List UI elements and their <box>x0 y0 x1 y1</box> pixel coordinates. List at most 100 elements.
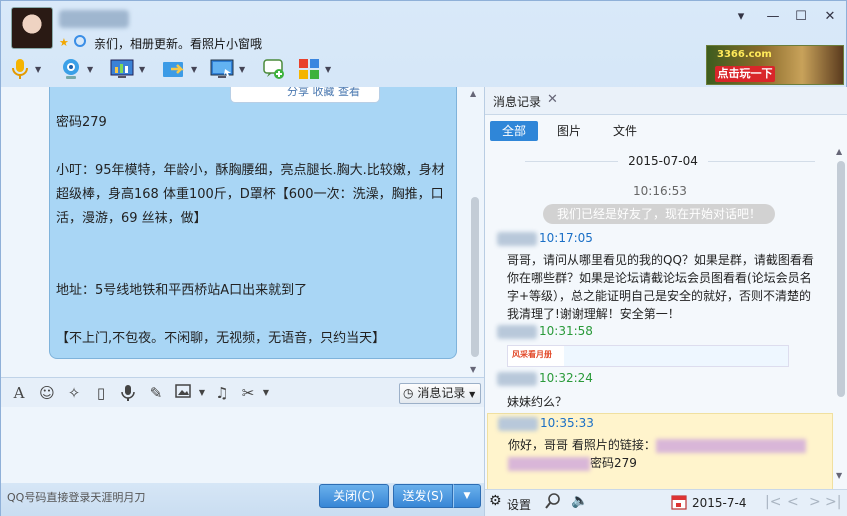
contact-signature: 亲们，相册更新。看照片小窗哦 <box>94 37 263 51</box>
link-blurred <box>655 438 806 453</box>
message-text: 密码279 小叮：95年模特，年龄小，酥胸腰细，亮点腿长.胸大.比较嫩，身材超级… <box>56 115 445 346</box>
footer-ad-link[interactable]: QQ号码直接登录天涯明月刀 <box>7 489 145 505</box>
close-button[interactable]: 关闭(C) <box>319 484 389 508</box>
screen-share-button[interactable]: ▼ <box>109 55 145 83</box>
chevron-down-icon: ▼ <box>139 64 146 74</box>
bottom-bar: QQ号码直接登录天涯明月刀 关闭(C) 送发(S) ▼ <box>1 483 484 516</box>
music-icon[interactable]: ♫ <box>213 384 231 402</box>
next-page-icon[interactable]: > <box>809 494 821 510</box>
close-icon[interactable]: ✕ <box>547 92 558 107</box>
remote-desktop-icon <box>210 59 234 78</box>
system-time: 10:16:53 <box>633 184 687 198</box>
history-scroll-thumb[interactable] <box>837 161 845 397</box>
sender-name-blurred <box>498 416 538 431</box>
filter-files[interactable]: 文件 <box>607 121 643 141</box>
maximize-button[interactable]: ☐ <box>792 9 810 25</box>
input-toolbar: A ☺ ✧ ▯ ✎ ▼ ♫ ✂ ▼ ◷ 消息记录 ▼ <box>1 377 484 407</box>
message-time: 10:17:05 <box>539 231 593 245</box>
skin-menu-button[interactable]: ▾ <box>732 9 750 25</box>
tab-message-history[interactable]: 消息记录 <box>493 93 541 110</box>
message-text-prefix: 你好，哥哥 看照片的链接： <box>508 438 656 452</box>
chat-scroll-thumb[interactable] <box>471 197 479 357</box>
last-page-icon[interactable]: >| <box>825 494 841 510</box>
message-time: 10:31:58 <box>539 324 593 338</box>
minimize-button[interactable]: — <box>764 9 782 25</box>
top-toolbar: ▼ ▼ ▼ ▼ ▼ ▼ <box>1 55 701 83</box>
qq-status-icon <box>74 35 86 47</box>
add-app-icon <box>263 59 284 79</box>
image-logo: 风采看月册 <box>512 350 552 359</box>
filter-images[interactable]: 图片 <box>551 121 587 141</box>
scroll-down-icon[interactable]: ▼ <box>836 471 842 480</box>
search-icon[interactable] <box>545 492 561 513</box>
close-window-button[interactable]: ✕ <box>821 9 839 25</box>
clock-icon: ◷ <box>403 386 414 400</box>
scroll-down-icon[interactable]: ▼ <box>470 365 476 374</box>
send-button[interactable]: 送发(S) <box>393 484 453 508</box>
contact-avatar[interactable] <box>11 7 53 49</box>
image-message[interactable]: 风采看月册 <box>507 345 789 367</box>
contact-name-blurred <box>59 10 129 28</box>
chat-scrollbar[interactable]: ▲ ▼ <box>468 87 482 377</box>
screen-share-icon <box>110 59 134 78</box>
add-app-button[interactable] <box>261 55 287 83</box>
message-bubble: 分享 收藏 查看 密码279 小叮：95年模特，年龄小，酥胸腰细，亮点腿长.胸大… <box>49 87 457 359</box>
file-transfer-button[interactable]: ▼ <box>161 55 197 83</box>
filter-all[interactable]: 全部 <box>490 121 538 141</box>
voice-call-button[interactable]: ▼ <box>9 55 41 83</box>
sender-name-blurred <box>497 324 537 339</box>
send-options-button[interactable]: ▼ <box>453 484 481 508</box>
highlighted-message: 10:35:33 你好，哥哥 看照片的链接： 密码279 <box>487 413 833 491</box>
image-icon[interactable] <box>174 384 192 402</box>
chat-header: ★ 亲们，相册更新。看照片小窗哦 ▾ — ☐ ✕ ▼ ▼ ▼ ▼ ▼ ▼ 336… <box>1 1 847 87</box>
chevron-down-icon: ▼ <box>87 64 94 74</box>
message-header: 10:17:05 <box>497 231 593 246</box>
chevron-down-icon: ▼ <box>191 64 198 74</box>
shake-icon[interactable]: ▯ <box>92 384 110 402</box>
file-transfer-icon <box>163 62 185 77</box>
message-body: 你好，哥哥 看照片的链接： 密码279 <box>508 436 828 472</box>
message-body: 妹妹约么？ <box>507 395 568 409</box>
font-icon[interactable]: A <box>10 384 28 402</box>
message-time: 10:32:24 <box>539 371 593 385</box>
voice-icon[interactable] <box>119 384 137 402</box>
message-header: 10:32:24 <box>497 371 593 386</box>
history-tabbar: 消息记录 ✕ <box>485 87 847 115</box>
history-date[interactable]: 2015-7-4 <box>692 496 746 510</box>
game-ad-banner[interactable]: 3366.com 点击玩一下 <box>706 45 844 85</box>
date-label: 2015-07-04 <box>618 154 708 168</box>
message-history-button[interactable]: ◷ 消息记录 ▼ <box>399 383 481 404</box>
chevron-down-icon[interactable]: ▼ <box>257 384 275 402</box>
edit-icon[interactable]: ✎ <box>147 384 165 402</box>
scroll-up-icon[interactable]: ▲ <box>470 89 476 98</box>
camera-icon <box>63 59 79 79</box>
ad-play-button[interactable]: 点击玩一下 <box>715 66 775 82</box>
chat-message-area[interactable]: 分享 收藏 查看 密码279 小叮：95年模特，年龄小，酥胸腰细，亮点腿长.胸大… <box>1 87 484 377</box>
system-message: 我们已经是好友了，现在开始对话吧！ <box>543 204 775 224</box>
gear-icon[interactable]: ⚙ <box>489 493 502 509</box>
magic-icon[interactable]: ✧ <box>65 384 83 402</box>
first-page-icon[interactable]: |< <box>765 494 781 510</box>
chevron-down-icon[interactable]: ▼ <box>193 384 211 402</box>
settings-link[interactable]: 设置 <box>507 496 531 513</box>
message-time: 10:35:33 <box>540 416 594 430</box>
history-scrollbar[interactable]: ▲ ▼ <box>834 147 847 483</box>
previous-page-icon[interactable]: < <box>787 494 799 510</box>
remote-desktop-button[interactable]: ▼ <box>209 55 245 83</box>
message-header: 10:35:33 <box>498 416 594 431</box>
screenshot-icon[interactable]: ✂ <box>239 384 257 402</box>
calendar-icon[interactable] <box>671 493 687 514</box>
sender-name-blurred <box>497 231 537 246</box>
apps-grid-button[interactable]: ▼ <box>297 55 331 83</box>
video-call-button[interactable]: ▼ <box>59 55 93 83</box>
apps-grid-icon <box>299 59 319 79</box>
scroll-up-icon[interactable]: ▲ <box>836 147 842 156</box>
link-blurred <box>508 456 590 471</box>
emoji-icon[interactable]: ☺ <box>38 384 56 402</box>
speaker-icon[interactable]: 🔈 <box>571 493 588 509</box>
bubble-actions[interactable]: 分享 收藏 查看 <box>230 87 380 103</box>
message-input[interactable] <box>1 407 484 485</box>
chevron-down-icon: ▼ <box>469 390 476 399</box>
message-text-suffix: 密码279 <box>590 456 637 470</box>
message-body: 哥哥，请问从哪里看见的我的QQ？如果是群，请截图看看你在哪些群？如果是论坛请截论… <box>507 253 814 321</box>
